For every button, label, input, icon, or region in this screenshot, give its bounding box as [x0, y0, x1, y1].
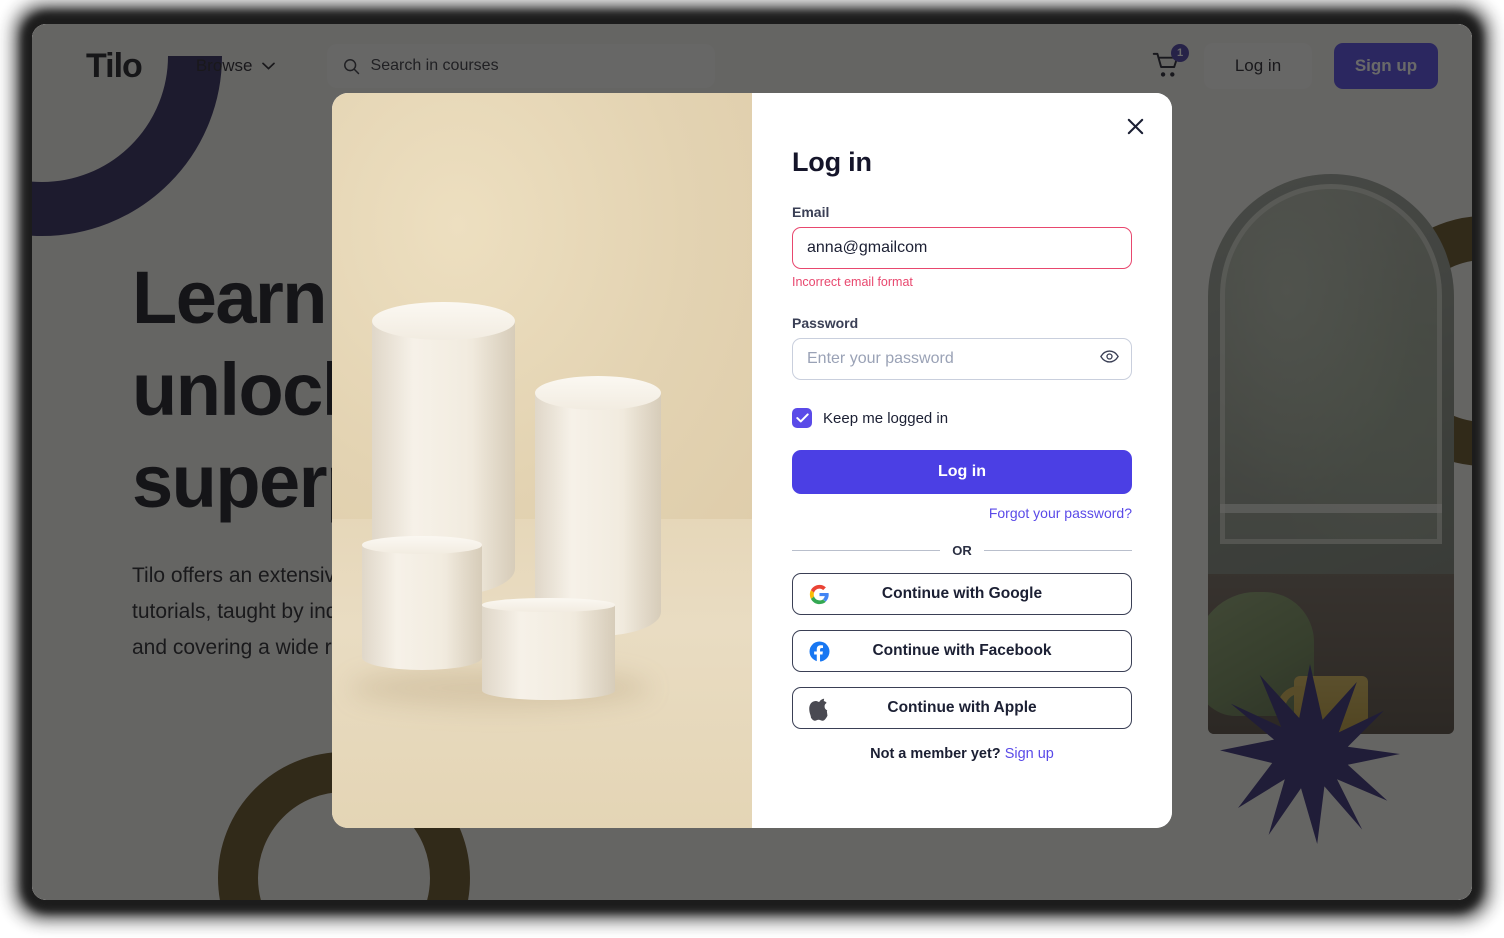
signup-prompt-text: Not a member yet?	[870, 746, 1001, 762]
podium-small	[362, 536, 482, 670]
facebook-icon	[809, 641, 830, 662]
google-icon	[809, 584, 830, 605]
divider-line-left	[792, 550, 941, 551]
apple-icon	[809, 698, 830, 721]
email-label: Email	[792, 204, 830, 220]
password-field[interactable]: Enter your password	[792, 338, 1132, 380]
modal-title: Log in	[792, 147, 872, 177]
google-button-label: Continue with Google	[881, 585, 1043, 602]
signup-prompt-row: Not a member yet? Sign up	[792, 746, 1132, 762]
browser-window: Tilo Browse Search in courses	[32, 24, 1472, 900]
checkmark-icon	[795, 413, 809, 423]
keep-logged-in-row[interactable]: Keep me logged in	[792, 408, 1132, 428]
password-visibility-toggle[interactable]	[1100, 350, 1119, 369]
eye-icon	[1100, 350, 1119, 363]
email-field[interactable]: anna@gmailcom	[792, 227, 1132, 269]
continue-with-apple-button[interactable]: Continue with Apple	[792, 687, 1132, 729]
keep-logged-in-label: Keep me logged in	[823, 409, 949, 427]
screenshot-root: Tilo Browse Search in courses	[0, 0, 1504, 938]
login-form: Log in Email anna@gmailcom Incorrect ema…	[752, 93, 1172, 828]
forgot-password-link[interactable]: Forgot your password?	[792, 505, 1132, 521]
modal-signup-link[interactable]: Sign up	[1005, 746, 1054, 762]
keep-logged-in-checkbox[interactable]	[792, 408, 812, 428]
divider-line-right	[983, 550, 1132, 551]
close-icon	[1127, 118, 1143, 134]
continue-with-google-button[interactable]: Continue with Google	[792, 573, 1132, 615]
email-error-message: Incorrect email format	[792, 275, 913, 289]
login-modal: Log in Email anna@gmailcom Incorrect ema…	[332, 93, 1172, 828]
divider-label: OR	[952, 543, 972, 558]
facebook-button-label: Continue with Facebook	[872, 642, 1052, 659]
submit-login-button[interactable]: Log in	[792, 450, 1132, 494]
continue-with-facebook-button[interactable]: Continue with Facebook	[792, 630, 1132, 672]
password-label: Password	[792, 315, 859, 331]
modal-illustration	[332, 93, 752, 828]
divider-or: OR	[792, 543, 1132, 558]
password-placeholder: Enter your password	[807, 350, 954, 367]
close-button[interactable]	[1120, 111, 1150, 141]
apple-button-label: Continue with Apple	[887, 699, 1037, 716]
email-value: anna@gmailcom	[807, 239, 928, 256]
podium-flat	[482, 598, 615, 700]
